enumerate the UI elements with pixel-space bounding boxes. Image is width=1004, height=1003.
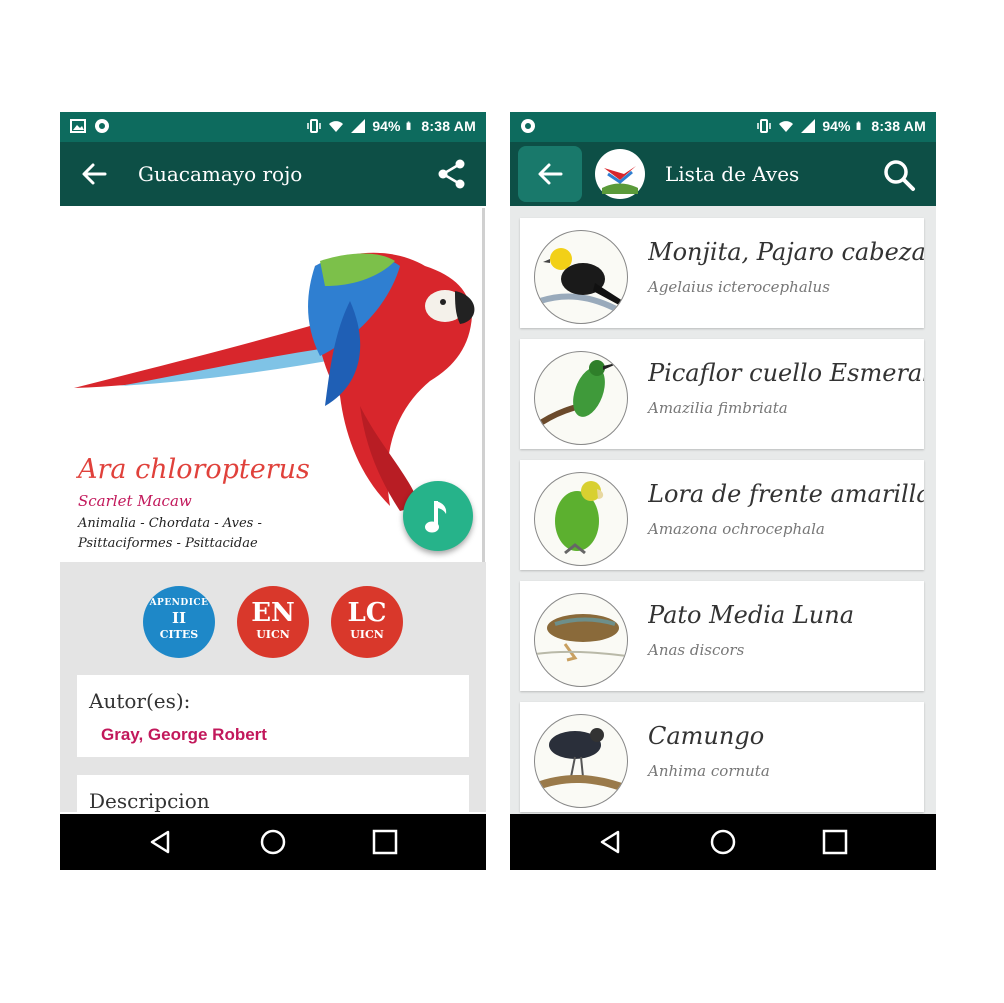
hummingbird-icon: [535, 360, 621, 430]
common-name: Scarlet Macaw: [78, 492, 192, 510]
signal-icon: [351, 119, 366, 133]
bird-list-screen: 94% 8:38 AM Lista de Aves Monjita, Pajar…: [510, 112, 936, 870]
music-note-icon: [425, 501, 447, 533]
scientific-name: Ara chloropterus: [78, 454, 310, 485]
nav-bar: [60, 814, 486, 870]
back-arrow-icon: [538, 163, 563, 185]
bird-thumbnail: [534, 593, 628, 687]
back-arrow-icon[interactable]: [80, 160, 108, 188]
app-logo-icon: [595, 149, 645, 199]
bird-list: Monjita, Pajaro cabeza amarilla Agelaius…: [510, 206, 936, 814]
duck-icon: [535, 614, 627, 662]
wifi-icon: [329, 121, 344, 132]
clock: 8:38 AM: [421, 118, 476, 134]
nav-bar: [510, 814, 936, 870]
detail-content: APENDICE II CITES EN UICN LC UICN Autor(…: [60, 562, 486, 835]
battery-icon: [406, 121, 411, 130]
bird-thumbnail: [534, 714, 628, 808]
uicn-en-badge: EN UICN: [237, 586, 309, 658]
bird-name: Monjita, Pajaro cabeza amarilla: [648, 238, 924, 266]
bird-name: Lora de frente amarilla: [648, 480, 924, 508]
list-item[interactable]: Camungo Anhima cornuta: [520, 702, 924, 812]
cites-badge: APENDICE II CITES: [143, 586, 215, 658]
gallery-notification-icon: [70, 119, 86, 133]
bird-scientific-name: Anas discors: [648, 641, 745, 659]
parrot-icon: [555, 481, 604, 555]
yellow-headed-blackbird-icon: [539, 248, 623, 314]
back-button[interactable]: [518, 146, 582, 202]
bird-scientific-name: Amazona ochrocephala: [648, 520, 825, 538]
species-detail-screen: 94% 8:38 AM Guacamayo rojo Ara chloropte…: [60, 112, 486, 870]
list-item[interactable]: Pato Media Luna Anas discors: [520, 581, 924, 691]
bird-scientific-name: Agelaius icterocephalus: [648, 278, 830, 296]
bird-scientific-name: Amazilia fimbriata: [648, 399, 788, 417]
signal-icon: [801, 119, 816, 133]
bird-name: Pato Media Luna: [648, 601, 855, 629]
app-bar: Guacamayo rojo: [60, 142, 486, 206]
bird-thumbnail: [534, 351, 628, 445]
taxonomy: Animalia - Chordata - Aves - Psittacifor…: [78, 516, 262, 551]
battery-percent: 94%: [372, 118, 401, 134]
share-icon[interactable]: [436, 158, 468, 190]
list-item[interactable]: Picaflor cuello Esmeralda Amazilia fimbr…: [520, 339, 924, 449]
author-card: Autor(es): Gray, George Robert: [77, 675, 469, 757]
bird-scientific-name: Anhima cornuta: [648, 762, 770, 780]
page-title: Guacamayo rojo: [138, 162, 303, 186]
species-hero: Ara chloropterus Scarlet Macaw Animalia …: [60, 206, 486, 562]
nav-recents-icon[interactable]: [371, 828, 399, 856]
clock: 8:38 AM: [871, 118, 926, 134]
nav-back-icon[interactable]: [596, 828, 624, 856]
list-item[interactable]: Lora de frente amarilla Amazona ochrocep…: [520, 460, 924, 570]
app-notification-icon: [521, 119, 535, 133]
bird-name: Camungo: [648, 722, 765, 750]
wifi-icon: [779, 121, 794, 132]
bird-thumbnail: [534, 472, 628, 566]
status-bar: 94% 8:38 AM: [60, 112, 486, 142]
uicn-lc-badge: LC UICN: [331, 586, 403, 658]
app-bar: Lista de Aves: [510, 142, 936, 206]
battery-percent: 94%: [822, 118, 851, 134]
page-title: Lista de Aves: [665, 162, 800, 186]
nav-recents-icon[interactable]: [821, 828, 849, 856]
app-notification-icon: [95, 119, 109, 133]
nav-back-icon[interactable]: [146, 828, 174, 856]
description-label: Descripcion: [89, 789, 210, 813]
screamer-icon: [535, 728, 627, 793]
author-label: Autor(es):: [89, 689, 191, 713]
status-bar: 94% 8:38 AM: [510, 112, 936, 142]
vibrate-icon: [307, 119, 322, 133]
nav-home-icon[interactable]: [259, 828, 287, 856]
list-item[interactable]: Monjita, Pajaro cabeza amarilla Agelaius…: [520, 218, 924, 328]
bird-name: Picaflor cuello Esmeralda: [648, 359, 924, 387]
author-value: Gray, George Robert: [101, 725, 267, 744]
play-sound-button[interactable]: [403, 481, 473, 551]
nav-home-icon[interactable]: [709, 828, 737, 856]
battery-icon: [856, 121, 861, 130]
bird-thumbnail: [534, 230, 628, 324]
search-icon[interactable]: [882, 158, 916, 192]
vibrate-icon: [757, 119, 772, 133]
